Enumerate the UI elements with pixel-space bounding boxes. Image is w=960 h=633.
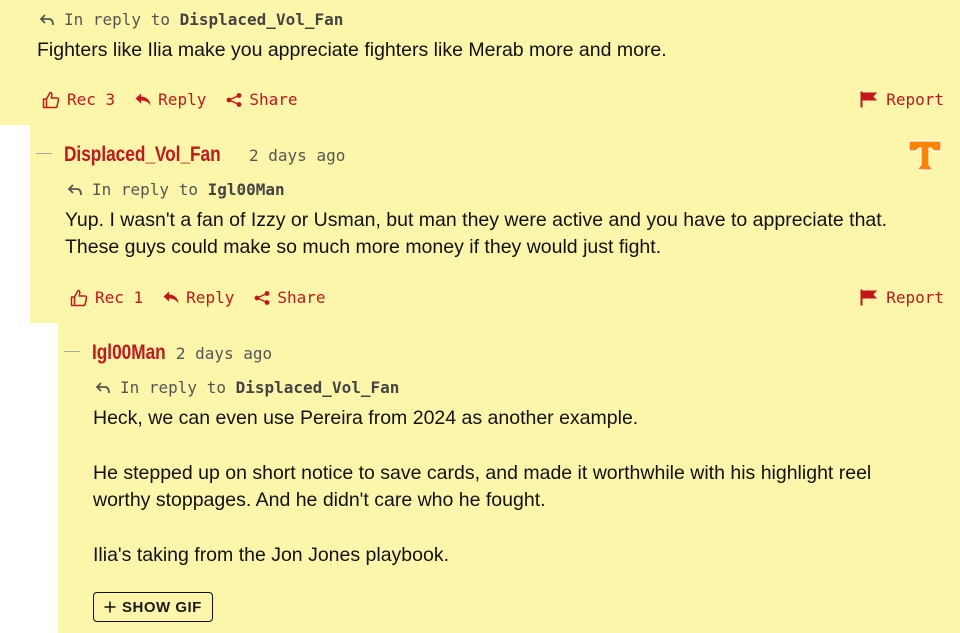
reply-to-username[interactable]: Igl00Man — [208, 180, 285, 199]
rec-button[interactable]: Rec 3 — [42, 90, 115, 109]
share-label: Share — [277, 288, 326, 307]
username[interactable]: Displaced_Vol_Fan — [64, 143, 221, 167]
comment-body: Fighters like Ilia make you appreciate f… — [37, 37, 937, 64]
share-icon — [226, 92, 242, 107]
rec-button[interactable]: Rec 1 — [70, 288, 143, 307]
reply-context: In reply to Displaced_Vol_Fan — [96, 378, 399, 397]
comment-body: Heck, we can even use Pereira from 2024 … — [93, 405, 923, 569]
plus-icon — [104, 601, 116, 613]
comment-header: Igl00Man 2 days ago — [92, 341, 272, 365]
comment-paragraph: Yup. I wasn't a fan of Izzy or Usman, bu… — [65, 209, 888, 258]
reply-arrow-icon — [96, 381, 110, 393]
comment-block: Displaced_Vol_Fan 2 days ago In reply to… — [30, 125, 960, 323]
reply-button[interactable]: Reply — [135, 90, 206, 109]
rec-label: Rec 1 — [95, 288, 144, 307]
show-gif-button[interactable]: SHOW GIF — [93, 592, 213, 622]
comment-paragraph: Ilia's taking from the Jon Jones playboo… — [93, 544, 449, 566]
reply-arrow-icon — [68, 183, 82, 195]
comment-actions: Rec 3 Reply Share — [42, 90, 298, 109]
report-label: Report — [886, 288, 944, 307]
share-button[interactable]: Share — [254, 288, 326, 307]
reply-prefix: In reply to — [120, 378, 226, 397]
flag-icon — [860, 91, 878, 108]
reply-context: In reply to Displaced_Vol_Fan — [40, 10, 343, 29]
reply-label: Reply — [158, 90, 207, 109]
reply-icon — [163, 291, 179, 304]
reply-icon — [135, 93, 151, 106]
report-button[interactable]: Report — [860, 90, 944, 109]
comment-header: Displaced_Vol_Fan 2 days ago — [64, 143, 345, 167]
username[interactable]: Igl00Man — [92, 341, 166, 365]
collapse-line[interactable] — [64, 351, 80, 352]
share-label: Share — [249, 90, 298, 109]
timestamp[interactable]: 2 days ago — [249, 146, 345, 165]
comment-body: Yup. I wasn't a fan of Izzy or Usman, bu… — [65, 207, 925, 261]
comment-paragraph: He stepped up on short notice to save ca… — [93, 462, 872, 511]
reply-context: In reply to Igl00Man — [68, 180, 285, 199]
report-label: Report — [886, 90, 944, 109]
show-gif-label: SHOW GIF — [122, 598, 202, 616]
reply-to-username[interactable]: Displaced_Vol_Fan — [236, 378, 400, 397]
reply-to-username[interactable]: Displaced_Vol_Fan — [180, 10, 344, 29]
comment-actions: Rec 1 Reply Share — [70, 288, 326, 307]
comment-paragraph: Fighters like Ilia make you appreciate f… — [37, 39, 667, 61]
timestamp[interactable]: 2 days ago — [176, 344, 272, 363]
collapse-line[interactable] — [36, 153, 52, 154]
reply-label: Reply — [186, 288, 235, 307]
report-button[interactable]: Report — [860, 288, 944, 307]
reply-button[interactable]: Reply — [163, 288, 234, 307]
share-icon — [254, 290, 270, 305]
reply-prefix: In reply to — [64, 10, 170, 29]
rec-label: Rec 3 — [67, 90, 116, 109]
comment-block: In reply to Displaced_Vol_Fan Fighters l… — [0, 0, 960, 125]
flag-icon — [860, 289, 878, 306]
reply-arrow-icon — [40, 13, 54, 25]
thumbs-up-icon — [42, 91, 60, 108]
tennessee-t-logo-icon — [908, 140, 942, 171]
comment-block: Igl00Man 2 days ago In reply to Displace… — [58, 323, 960, 633]
thumbs-up-icon — [70, 289, 88, 306]
avatar[interactable] — [907, 137, 943, 173]
share-button[interactable]: Share — [226, 90, 298, 109]
comment-paragraph: Heck, we can even use Pereira from 2024 … — [93, 407, 639, 429]
reply-prefix: In reply to — [92, 180, 198, 199]
